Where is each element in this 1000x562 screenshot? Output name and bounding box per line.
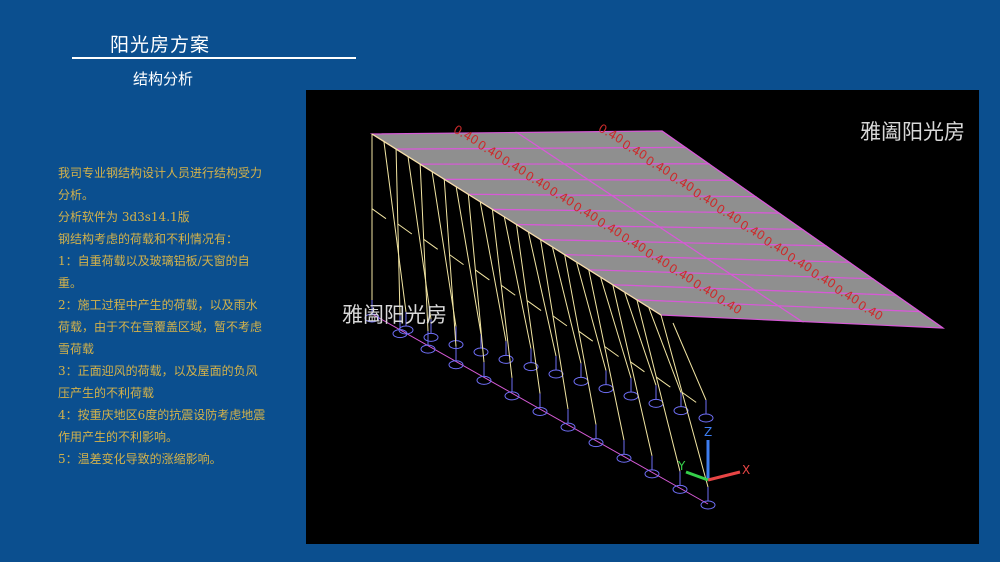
- support-symbol: [698, 413, 714, 423]
- frame-column: [455, 187, 482, 335]
- frame-column: [467, 194, 485, 363]
- structure-viewport: 0.40 0.40 0.40 0.40 0.40 0.40 0.40 0.40 0.40 0.40…: [306, 90, 979, 544]
- description-line: 1：自重荷载以及玻璃铝板/天窗的自重。: [58, 254, 250, 290]
- page-subtitle: 结构分析: [133, 70, 194, 88]
- support-symbol: [573, 376, 589, 386]
- title-divider: [72, 57, 356, 59]
- support-symbol: [598, 384, 614, 394]
- axis-label-x: X: [742, 463, 750, 477]
- frame-column: [540, 239, 569, 410]
- watermark-left: 雅阖阳光房: [342, 303, 447, 327]
- description-line: 分析软件为 3d3s14.1版: [58, 210, 190, 224]
- ground-line: [371, 313, 709, 505]
- frame-beam: [500, 284, 516, 296]
- description-block: 我司专业钢结构设计人员进行结构受力分析。 分析软件为 3d3s14.1版 钢结构…: [58, 162, 268, 470]
- frame-column: [491, 209, 513, 378]
- page-title: 阳光房方案: [110, 34, 211, 56]
- frame-column: [516, 224, 541, 394]
- frame-beam: [371, 208, 387, 220]
- frame-beam: [526, 300, 542, 311]
- support-symbol: [700, 500, 716, 510]
- frame-beam: [552, 315, 568, 327]
- support-symbol: [616, 453, 632, 463]
- support-symbol: [644, 469, 660, 479]
- axis-label-z: Z: [704, 425, 712, 439]
- description-line: 钢结构考虑的荷载和不利情况有：: [58, 232, 239, 246]
- frame-beam: [449, 254, 464, 266]
- support-symbol: [672, 484, 688, 494]
- support-symbol: [623, 391, 639, 401]
- frame-beam: [475, 269, 490, 281]
- watermark-top: 雅阖阳光房: [860, 120, 965, 144]
- description-line: 3：正面迎风的荷载，以及屋面的负风压产生的不利荷载: [58, 364, 258, 400]
- frame-beam: [578, 330, 594, 342]
- description-line: 5：温差变化导致的涨缩影响。: [58, 452, 222, 466]
- frame-beam: [397, 223, 413, 235]
- frame-column: [395, 149, 401, 316]
- frame-beam: [423, 238, 438, 250]
- frame-column: [612, 284, 653, 456]
- frame-column: [636, 299, 681, 472]
- support-symbol: [548, 369, 564, 379]
- support-symbol: [420, 344, 436, 354]
- support-symbol: [588, 438, 604, 448]
- description-line: 我司专业钢结构设计人员进行结构受力分析。: [58, 166, 263, 202]
- description-line: 2：施工过程中产生的荷载，以及雨水荷载，由于不在雪覆盖区域，暂不考虑雪荷载: [58, 298, 263, 356]
- axis-label-y: Y: [677, 459, 686, 473]
- support-symbol: [473, 347, 489, 357]
- frame-column: [503, 217, 532, 349]
- axis-x: [707, 470, 741, 482]
- frame-column: [672, 322, 707, 401]
- support-symbol: [648, 398, 664, 408]
- support-symbol: [498, 354, 514, 364]
- frame-column: [479, 202, 507, 342]
- description-line: 4：按重庆地区6度的抗震设防考虑地震作用产生的不利影响。: [58, 408, 266, 444]
- frame-column: [407, 157, 432, 320]
- support-symbol: [423, 332, 439, 342]
